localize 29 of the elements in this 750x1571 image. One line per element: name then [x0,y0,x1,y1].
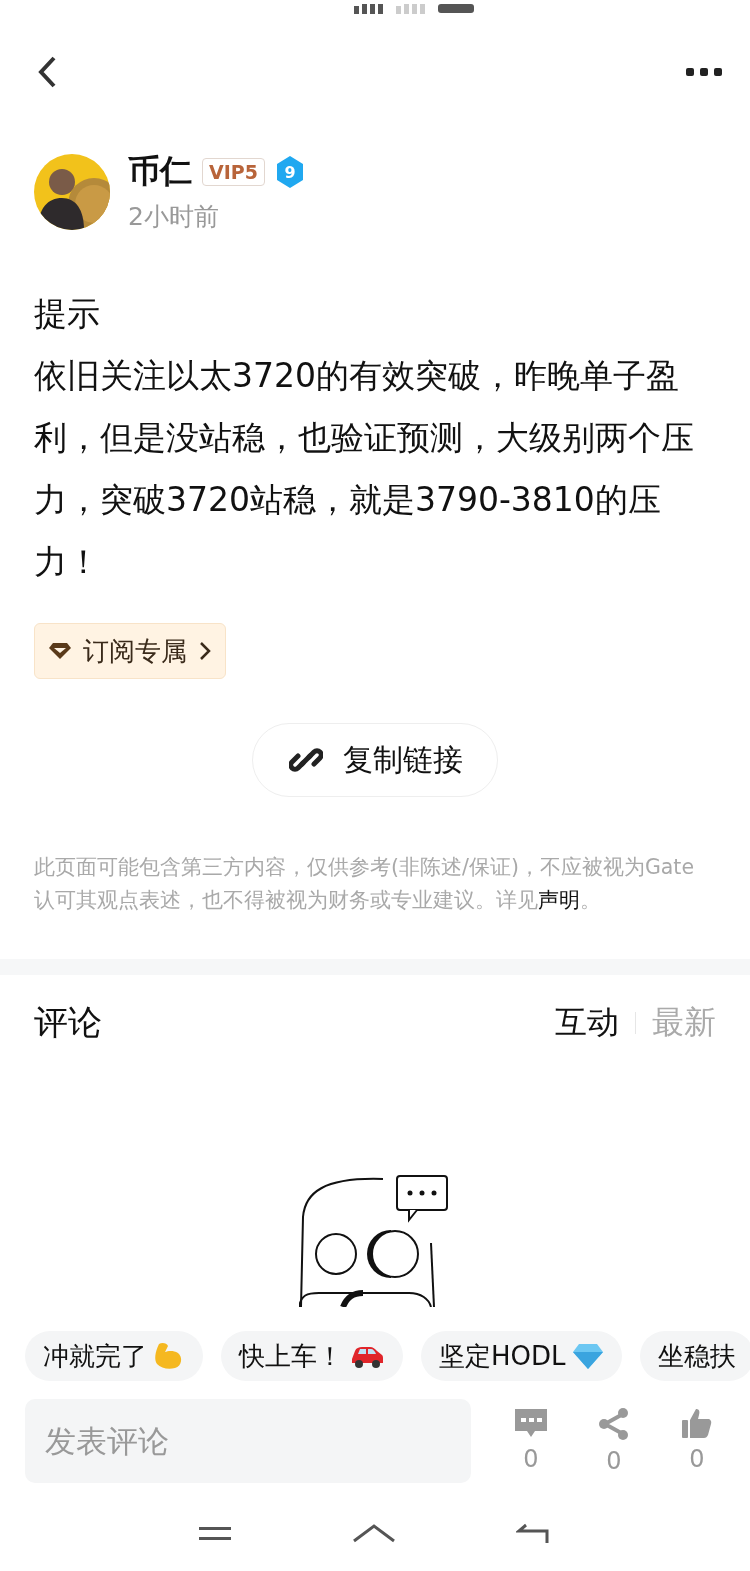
quick-reply-chip[interactable]: 坚定HODL [421,1331,622,1381]
back-icon[interactable] [516,1523,552,1543]
level-badge: 9 [274,155,305,189]
comments-title: 评论 [34,1001,102,1044]
comment-input[interactable]: 发表评论 [25,1399,471,1483]
subscribe-chip[interactable]: 订阅专属 [34,623,226,679]
signal-icon [354,4,384,14]
disclaimer-text: 此页面可能包含第三方内容，仅供参考(非陈述/保证)，不应被视为Gate认可其观点表述，也不得被视为财务或专业建议。详见声明。 [33,854,695,914]
sort-tab[interactable]: 互动 [555,1001,619,1045]
gem-icon [571,1342,604,1370]
home-icon[interactable] [352,1523,396,1543]
chevron-right-icon [199,641,211,661]
quick-reply-chip[interactable]: 冲就完了 [25,1331,203,1381]
statement-link[interactable]: 声明 [538,888,580,912]
post-time: 2小时前 [128,201,220,233]
post-text: 依旧关注以太3720的有效突破，昨晚单子盈利，但是没站稳，也验证预测，大级别两个压力，突破3720站稳，就是3790-3810的压力！ [34,355,694,583]
author-name: 币仁 [128,151,192,192]
more-button[interactable] [686,67,722,77]
share-icon [597,1407,631,1441]
quick-reply-chip[interactable]: 坐稳扶 [639,1331,750,1381]
copy-link-button[interactable]: 复制链接 [252,723,498,797]
diamond-icon [49,642,71,660]
signal-icon [396,4,426,14]
comment-icon [513,1407,549,1439]
back-button[interactable] [36,55,58,89]
vip-badge: VIP5 [202,158,265,186]
post-text: 提示 [34,293,101,335]
quick-reply-chip[interactable]: 快上车！ [221,1331,403,1381]
thumbs-up-icon [681,1407,713,1439]
